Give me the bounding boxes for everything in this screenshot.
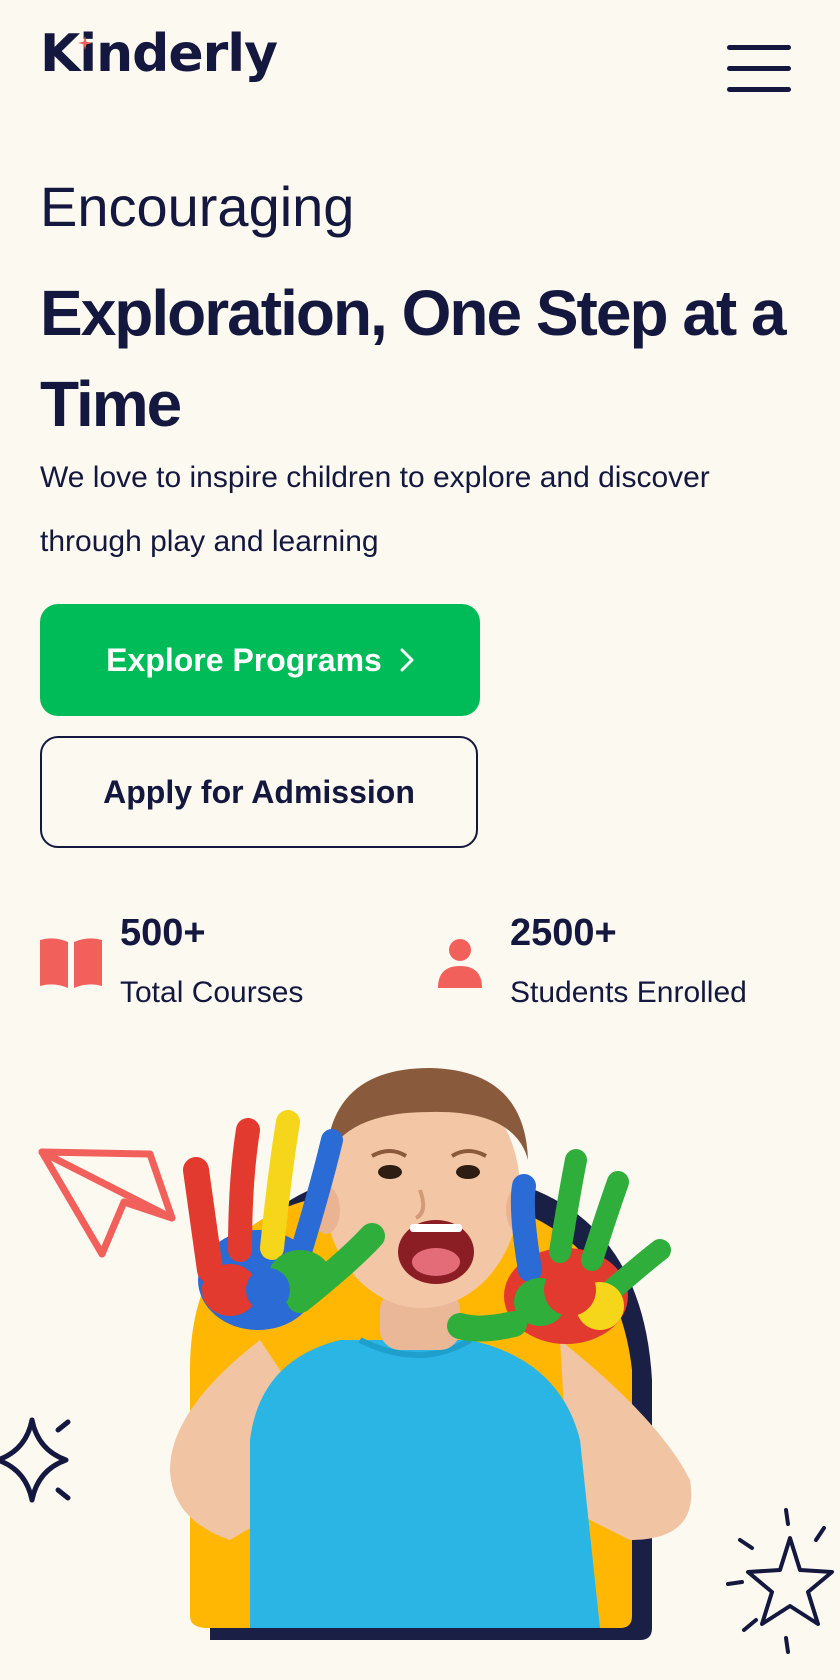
explore-programs-button[interactable]: Explore Programs: [40, 604, 480, 716]
apply-admission-button[interactable]: Apply for Admission: [40, 736, 478, 848]
user-icon: [438, 939, 482, 988]
stat-total-courses: 500+ Total Courses: [40, 910, 420, 1010]
chevron-right-icon: [400, 648, 414, 672]
stat-value: 500+: [120, 912, 206, 954]
logo[interactable]: Kinderly: [40, 28, 278, 80]
stat-value: 2500+: [510, 912, 617, 954]
stat-label: Students Enrolled: [510, 976, 747, 1009]
star-burst-icon: [726, 1508, 834, 1654]
paper-plane-icon: [38, 1148, 176, 1258]
explore-programs-label: Explore Programs: [106, 641, 382, 678]
hamburger-menu-icon[interactable]: [724, 40, 794, 96]
stat-label: Total Courses: [120, 976, 304, 1009]
hero-subtext: We love to inspire children to explore a…: [40, 461, 710, 558]
logo-sparkle-icon: [78, 36, 92, 50]
hero-kicker: Encouraging: [40, 175, 355, 238]
hero-headline: Exploration, One Step at a Time: [40, 277, 787, 440]
open-book-icon: [40, 938, 102, 988]
hero-illustration: [0, 1068, 834, 1654]
apply-admission-label: Apply for Admission: [103, 773, 415, 810]
stat-students-enrolled: 2500+ Students Enrolled: [436, 910, 836, 1010]
sparkle-icon: [0, 1417, 71, 1503]
